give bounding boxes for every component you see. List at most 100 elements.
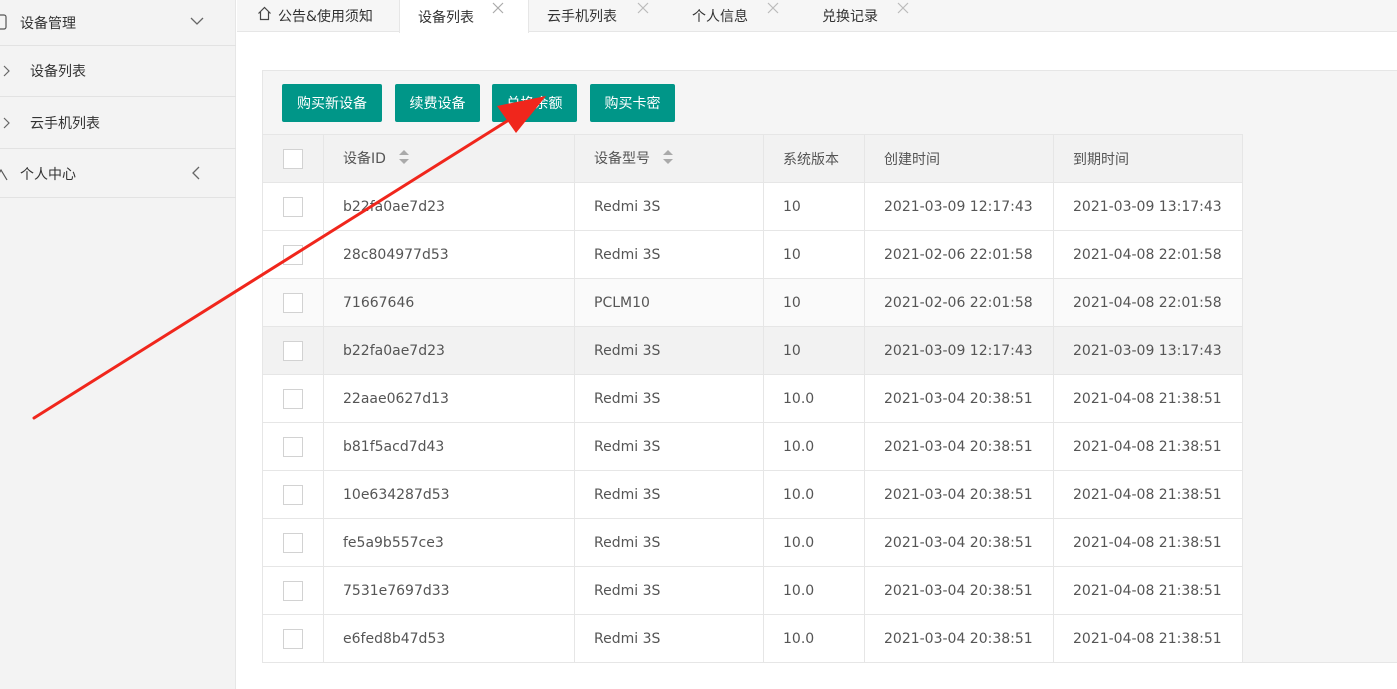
table-row[interactable]: 71667646 PCLM10 10 2021-02-06 22:01:58 2… bbox=[262, 278, 1243, 327]
row-checkbox[interactable] bbox=[283, 196, 303, 217]
tab-label: 设备列表 bbox=[418, 9, 474, 26]
row-checkbox[interactable] bbox=[283, 244, 303, 265]
model-cell: PCLM10 bbox=[574, 278, 764, 327]
model-cell: Redmi 3S bbox=[574, 566, 764, 615]
created-cell: 2021-03-09 12:17:43 bbox=[864, 326, 1054, 375]
sidebar-item-device-list[interactable]: 设备列表 bbox=[0, 45, 236, 97]
close-icon[interactable] bbox=[897, 2, 909, 18]
table-row[interactable]: b22fa0ae7d23 Redmi 3S 10 2021-03-09 12:1… bbox=[262, 326, 1243, 375]
table-row[interactable]: 22aae0627d13 Redmi 3S 10.0 2021-03-04 20… bbox=[262, 374, 1243, 423]
tab-label: 云手机列表 bbox=[547, 9, 617, 25]
model-cell: Redmi 3S bbox=[574, 230, 764, 279]
row-checkbox[interactable] bbox=[283, 436, 303, 457]
sidebar-group-personal-center[interactable]: 个人中心 bbox=[0, 150, 236, 198]
table-row[interactable]: e6fed8b47d53 Redmi 3S 10.0 2021-03-04 20… bbox=[262, 614, 1243, 663]
model-cell: Redmi 3S bbox=[574, 614, 764, 663]
sidebar-group-label: 设备管理 bbox=[20, 15, 76, 32]
sidebar-item-cloud-phone-list[interactable]: 云手机列表 bbox=[0, 97, 236, 149]
row-checkbox[interactable] bbox=[283, 580, 303, 601]
redeem-balance-button[interactable]: 兑换余额 bbox=[492, 84, 577, 122]
device-id-cell: b22fa0ae7d23 bbox=[323, 326, 575, 375]
expires-cell: 2021-04-08 21:38:51 bbox=[1053, 614, 1243, 663]
created-cell: 2021-03-04 20:38:51 bbox=[864, 614, 1054, 663]
tab-redeem-records[interactable]: 兑换记录 bbox=[822, 0, 932, 32]
row-checkbox[interactable] bbox=[283, 532, 303, 553]
row-checkbox[interactable] bbox=[283, 292, 303, 313]
column-header-created: 创建时间 bbox=[864, 134, 1054, 183]
device-id-cell: 28c804977d53 bbox=[323, 230, 575, 279]
tab-personal-info[interactable]: 个人信息 bbox=[692, 0, 802, 32]
column-header-expires: 到期时间 bbox=[1053, 134, 1243, 183]
renew-device-button[interactable]: 续费设备 bbox=[395, 84, 480, 122]
expires-cell: 2021-04-08 22:01:58 bbox=[1053, 230, 1243, 279]
tab-announcements[interactable]: 公告&使用须知 bbox=[257, 0, 397, 32]
tab-bar: 公告&使用须知 设备列表 云手机列表 个人信息 兑换记录 bbox=[237, 0, 1397, 33]
chevron-down-icon bbox=[190, 14, 204, 30]
close-icon[interactable] bbox=[637, 2, 649, 18]
row-checkbox[interactable] bbox=[283, 484, 303, 505]
device-id-cell: fe5a9b557ce3 bbox=[323, 518, 575, 567]
sidebar-item-label: 云手机列表 bbox=[30, 115, 100, 132]
header-label: 设备ID bbox=[343, 151, 386, 167]
sort-icon[interactable] bbox=[662, 149, 674, 169]
expires-cell: 2021-04-08 21:38:51 bbox=[1053, 470, 1243, 519]
device-id-cell: 22aae0627d13 bbox=[323, 374, 575, 423]
device-id-cell: b81f5acd7d43 bbox=[323, 422, 575, 471]
device-table: 设备ID 设备型号 系统版本 创建时间 到期时间 b22fa0ae7d23 Re… bbox=[262, 134, 1243, 663]
tab-cloud-phone-list[interactable]: 云手机列表 bbox=[547, 0, 677, 32]
expires-cell: 2021-04-08 22:01:58 bbox=[1053, 278, 1243, 327]
row-checkbox[interactable] bbox=[283, 388, 303, 409]
expires-cell: 2021-04-08 21:38:51 bbox=[1053, 566, 1243, 615]
header-label: 设备型号 bbox=[594, 151, 650, 167]
model-cell: Redmi 3S bbox=[574, 326, 764, 375]
chevron-left-icon bbox=[192, 166, 200, 184]
row-checkbox[interactable] bbox=[283, 628, 303, 649]
table-header-row: 设备ID 设备型号 系统版本 创建时间 到期时间 bbox=[262, 134, 1243, 183]
created-cell: 2021-03-09 12:17:43 bbox=[864, 182, 1054, 231]
row-checkbox[interactable] bbox=[283, 340, 303, 361]
select-all-checkbox[interactable] bbox=[283, 148, 303, 169]
home-icon bbox=[257, 6, 272, 25]
created-cell: 2021-03-04 20:38:51 bbox=[864, 374, 1054, 423]
sort-icon[interactable] bbox=[398, 149, 410, 169]
created-cell: 2021-03-04 20:38:51 bbox=[864, 518, 1054, 567]
device-id-cell: e6fed8b47d53 bbox=[323, 614, 575, 663]
model-cell: Redmi 3S bbox=[574, 518, 764, 567]
device-id-cell: 71667646 bbox=[323, 278, 575, 327]
tab-label: 兑换记录 bbox=[822, 9, 878, 25]
sidebar-group-device-management[interactable]: 设备管理 bbox=[0, 0, 236, 46]
table-row[interactable]: 28c804977d53 Redmi 3S 10 2021-02-06 22:0… bbox=[262, 230, 1243, 279]
sidebar-item-label: 设备列表 bbox=[30, 63, 86, 80]
sidebar: 设备管理 设备列表 云手机列表 个人中心 bbox=[0, 0, 236, 689]
expires-cell: 2021-04-08 21:38:51 bbox=[1053, 374, 1243, 423]
column-header-device-id[interactable]: 设备ID bbox=[323, 134, 575, 183]
table-row[interactable]: b22fa0ae7d23 Redmi 3S 10 2021-03-09 12:1… bbox=[262, 182, 1243, 231]
chevron-right-icon bbox=[2, 65, 10, 81]
buy-card-key-button[interactable]: 购买卡密 bbox=[590, 84, 675, 122]
column-header-model[interactable]: 设备型号 bbox=[574, 134, 764, 183]
table-row[interactable]: 7531e7697d33 Redmi 3S 10.0 2021-03-04 20… bbox=[262, 566, 1243, 615]
chevron-right-icon bbox=[2, 117, 10, 133]
close-icon[interactable] bbox=[767, 2, 779, 18]
created-cell: 2021-03-04 20:38:51 bbox=[864, 422, 1054, 471]
os-version-cell: 10.0 bbox=[763, 518, 865, 567]
close-icon[interactable] bbox=[492, 2, 504, 18]
select-all-cell bbox=[262, 134, 324, 183]
buy-new-device-button[interactable]: 购买新设备 bbox=[282, 84, 382, 122]
tab-device-list[interactable]: 设备列表 bbox=[399, 0, 529, 33]
table-row[interactable]: fe5a9b557ce3 Redmi 3S 10.0 2021-03-04 20… bbox=[262, 518, 1243, 567]
device-id-cell: 10e634287d53 bbox=[323, 470, 575, 519]
created-cell: 2021-02-06 22:01:58 bbox=[864, 278, 1054, 327]
os-version-cell: 10 bbox=[763, 278, 865, 327]
model-cell: Redmi 3S bbox=[574, 182, 764, 231]
app-window: 设备管理 设备列表 云手机列表 个人中心 公告&使用须知 设备列表 云手机列表 … bbox=[0, 0, 1397, 689]
table-row[interactable]: 10e634287d53 Redmi 3S 10.0 2021-03-04 20… bbox=[262, 470, 1243, 519]
os-version-cell: 10.0 bbox=[763, 614, 865, 663]
device-id-cell: b22fa0ae7d23 bbox=[323, 182, 575, 231]
os-version-cell: 10.0 bbox=[763, 470, 865, 519]
table-row[interactable]: b81f5acd7d43 Redmi 3S 10.0 2021-03-04 20… bbox=[262, 422, 1243, 471]
expires-cell: 2021-03-09 13:17:43 bbox=[1053, 326, 1243, 375]
model-cell: Redmi 3S bbox=[574, 374, 764, 423]
model-cell: Redmi 3S bbox=[574, 422, 764, 471]
expires-cell: 2021-03-09 13:17:43 bbox=[1053, 182, 1243, 231]
